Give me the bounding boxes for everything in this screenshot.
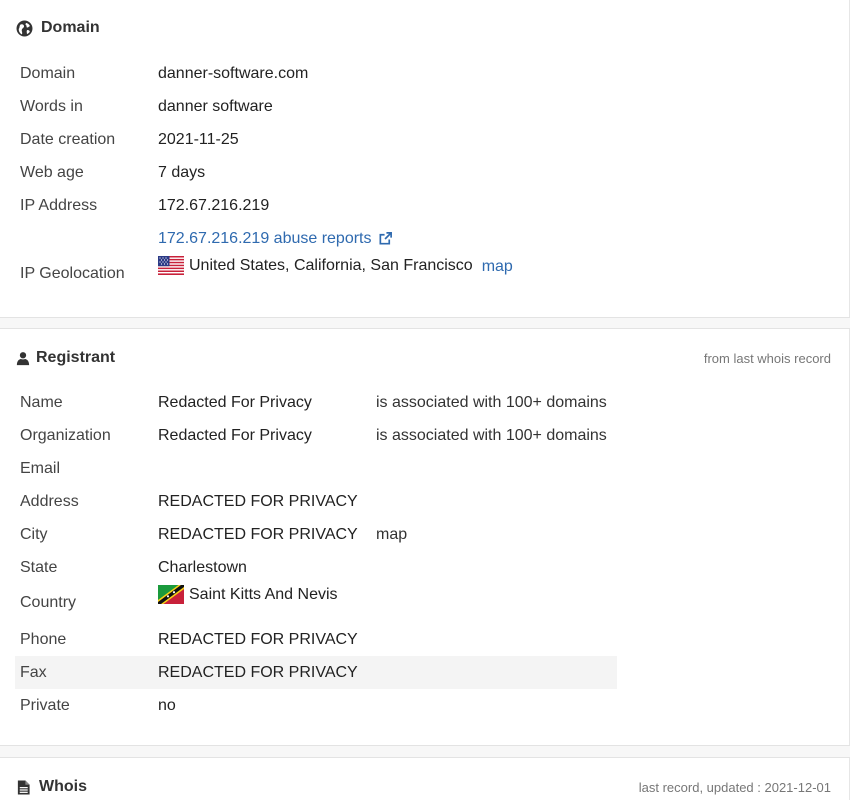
registrant-name-link[interactable]: Redacted For Privacy xyxy=(158,394,312,412)
registrant-name-association: is associated with 100+ domains xyxy=(376,393,607,411)
external-link-icon[interactable] xyxy=(378,231,393,246)
registrant-state-row: State Charlestown xyxy=(15,551,617,584)
row-label: Phone xyxy=(20,630,67,648)
abuse-reports-row: 172.67.216.219 abuse reports xyxy=(15,222,617,255)
registrant-private-row: Private no xyxy=(15,689,617,722)
row-label: Email xyxy=(20,459,61,477)
registrant-country-value: Saint Kitts And Nevis xyxy=(189,585,338,603)
document-icon xyxy=(17,779,30,795)
abuse-reports-link[interactable]: 172.67.216.219 abuse reports xyxy=(158,230,372,248)
registrant-panel-title: Registrant xyxy=(36,349,116,366)
web-age-value: 7 days xyxy=(158,163,206,181)
row-label: State xyxy=(20,558,58,576)
domain-row: Domain danner-software.com xyxy=(15,57,617,90)
row-label: Date creation xyxy=(20,130,116,148)
whois-panel-note: last record, updated : 2021-12-01 xyxy=(638,779,831,795)
globe-icon xyxy=(16,20,33,36)
row-label: Address xyxy=(20,492,79,510)
row-label: City xyxy=(20,525,48,543)
domain-panel-title: Domain xyxy=(41,19,100,36)
registrant-fax-value: REDACTED FOR PRIVACY xyxy=(158,663,358,681)
words-row: Words in danner software xyxy=(15,90,617,123)
us-flag-icon xyxy=(158,256,184,275)
row-label: IP Geolocation xyxy=(20,264,125,282)
registrant-fax-row: Fax REDACTED FOR PRIVACY xyxy=(15,656,617,689)
domain-value: danner-software.com xyxy=(158,64,309,82)
ip-geolocation-row: IP Geolocation United States, California… xyxy=(15,256,617,290)
geolocation-map-link[interactable]: map xyxy=(482,258,513,276)
row-label: Organization xyxy=(20,426,111,444)
registrant-city-row: City REDACTED FOR PRIVACY map xyxy=(15,518,617,551)
row-label: Name xyxy=(20,393,63,411)
row-label: Words in xyxy=(20,97,83,115)
row-label: IP Address xyxy=(20,196,98,214)
panel-gap xyxy=(0,318,850,328)
saint-kitts-flag-icon xyxy=(158,585,184,604)
registrant-phone-value: REDACTED FOR PRIVACY xyxy=(158,630,358,648)
registrant-city-value: REDACTED FOR PRIVACY xyxy=(158,525,358,543)
registrant-organization-association: is associated with 100+ domains xyxy=(376,426,607,444)
row-label: Fax xyxy=(20,663,47,681)
row-label: Country xyxy=(20,593,77,611)
registrant-address-row: Address REDACTED FOR PRIVACY xyxy=(15,485,617,518)
panel-gap xyxy=(0,746,850,757)
date-creation-row: Date creation 2021-11-25 xyxy=(15,123,617,156)
words-value: danner software xyxy=(158,97,273,115)
whois-panel-title: Whois xyxy=(39,778,87,795)
registrant-country-wrap: Saint Kitts And Nevis xyxy=(158,585,338,604)
row-label: Web age xyxy=(20,163,84,181)
ip-address-row: IP Address 172.67.216.219 xyxy=(15,189,617,222)
registrant-private-value: no xyxy=(158,696,176,714)
registrant-state-value: Charlestown xyxy=(158,558,247,576)
whois-panel-header: Whois last record, updated : 2021-12-01 xyxy=(16,775,831,799)
domain-panel: Domain Domain danner-software.com Words … xyxy=(0,0,850,318)
registrant-organization-row: Organization Redacted For Privacy is ass… xyxy=(15,419,617,452)
row-label: Private xyxy=(20,696,70,714)
domain-panel-header: Domain xyxy=(16,16,831,40)
registrant-country-row: Country Saint Kitts And Nevis xyxy=(15,585,617,619)
user-icon xyxy=(16,351,30,365)
registrant-organization-link[interactable]: Redacted For Privacy xyxy=(158,427,312,445)
registrant-city-map-link[interactable]: map xyxy=(376,526,407,544)
web-age-row: Web age 7 days xyxy=(15,156,617,189)
registrant-email-row: Email xyxy=(15,452,617,485)
registrant-phone-row: Phone REDACTED FOR PRIVACY xyxy=(15,623,617,656)
date-creation-value: 2021-11-25 xyxy=(158,130,239,148)
geolocation-value-wrap: United States, California, San Francisco… xyxy=(158,256,513,275)
registrant-panel-note: from last whois record xyxy=(703,350,831,366)
row-label: Domain xyxy=(20,64,76,82)
whois-panel: Whois last record, updated : 2021-12-01 xyxy=(0,758,850,800)
registrant-name-row: Name Redacted For Privacy is associated … xyxy=(15,386,617,419)
registrant-panel-header: Registrant from last whois record xyxy=(16,346,831,370)
registrant-address-value: REDACTED FOR PRIVACY xyxy=(158,492,358,510)
ip-address-link[interactable]: 172.67.216.219 xyxy=(158,197,269,215)
registrant-panel: Registrant from last whois record Name R… xyxy=(0,329,850,745)
geolocation-value: United States, California, San Francisco xyxy=(189,256,473,274)
abuse-reports-wrap: 172.67.216.219 abuse reports xyxy=(158,230,393,248)
